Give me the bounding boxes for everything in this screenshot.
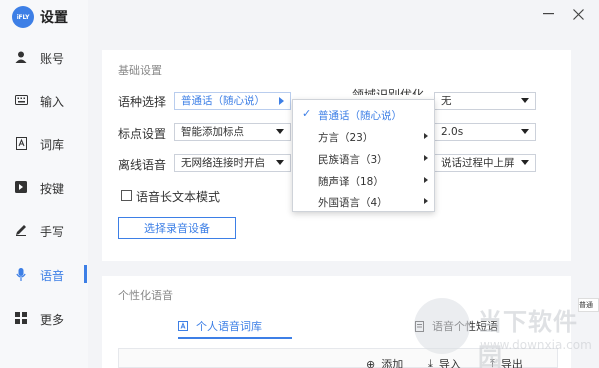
- offline-label: 离线语音: [118, 158, 167, 172]
- offline-select[interactable]: 无网络连接时开启: [174, 154, 291, 172]
- sidebar-item-dictionary[interactable]: 词库: [0, 132, 88, 154]
- menu-item-label: 外国语言（4）: [318, 197, 388, 209]
- long-text-label: 语音长文本模式: [136, 190, 221, 204]
- minimize-button[interactable]: [540, 6, 556, 22]
- language-select[interactable]: 普通话（随心说）: [174, 92, 291, 110]
- menu-item-label: 方言（23）: [318, 132, 374, 144]
- chevron-down-icon: [521, 160, 529, 165]
- sidebar-item-keys[interactable]: 按键: [0, 176, 88, 198]
- microphone-icon: [14, 267, 28, 281]
- domain-select-value: 无: [441, 95, 452, 107]
- grid-icon: [14, 311, 28, 325]
- active-indicator: [84, 265, 87, 283]
- sidebar-item-label: 按键: [40, 182, 65, 196]
- domain-label: 领域识别优化: [352, 88, 425, 95]
- menu-item-label: 民族语言（3）: [318, 154, 388, 166]
- long-text-checkbox[interactable]: [121, 190, 132, 201]
- offline-select-value: 无网络连接时开启: [181, 157, 265, 169]
- punctuation-label: 标点设置: [118, 127, 167, 141]
- dictionary-icon: [14, 136, 28, 150]
- menu-item-label: 随声译（18）: [318, 176, 384, 188]
- import-icon: ⤓: [428, 357, 433, 368]
- close-icon: [572, 8, 584, 20]
- tab-label: 语音个性短语: [432, 320, 498, 333]
- export-label: 导出: [500, 358, 523, 368]
- export-button[interactable]: ⤒ 导出: [490, 356, 523, 368]
- onscreen-select-value: 说话过程中上屏: [441, 157, 515, 169]
- tab-personal-dictionary[interactable]: 个人语音词库: [178, 318, 262, 334]
- select-recording-device-button[interactable]: 选择录音设备: [118, 217, 236, 239]
- submenu-arrow-icon: [424, 198, 428, 204]
- chevron-right-icon: [279, 97, 284, 105]
- menu-item-ethnic[interactable]: 民族语言（3）: [293, 148, 434, 168]
- submenu-arrow-icon: [424, 155, 428, 161]
- plus-circle-icon: ⊕: [366, 357, 376, 368]
- language-dropdown-menu: ✓ 普通话（随心说） 方言（23） 民族语言（3） 随声译（18） 外国语言（4…: [292, 99, 435, 212]
- sidebar-item-voice[interactable]: 语音: [0, 263, 88, 285]
- add-button[interactable]: ⊕ 添加: [366, 356, 403, 368]
- submenu-arrow-icon: [424, 177, 428, 183]
- side-hint-popup: 普通: [578, 298, 599, 312]
- section-title-basic: 基础设置: [118, 64, 162, 77]
- sidebar-item-label: 输入: [40, 95, 65, 109]
- sidebar-item-label: 账号: [40, 52, 65, 66]
- menu-item-foreign[interactable]: 外国语言（4）: [293, 191, 434, 211]
- menu-item-label: 普通话（随心说）: [318, 110, 402, 122]
- add-label: 添加: [381, 358, 404, 368]
- close-button[interactable]: [570, 6, 586, 22]
- sidebar-item-label: 手写: [40, 225, 65, 239]
- language-label: 语种选择: [118, 95, 167, 109]
- tab-personal-phrases[interactable]: 语音个性短语: [415, 318, 498, 334]
- checkmark-icon: ✓: [302, 107, 312, 120]
- delay-select-value: 2.0s: [441, 126, 464, 138]
- tab-active-underline: [178, 337, 292, 339]
- import-button[interactable]: ⤓ 导入: [428, 356, 461, 368]
- domain-select[interactable]: 无: [434, 92, 536, 110]
- app-brand: iFLY 设置: [12, 6, 68, 28]
- sidebar-item-label: 词库: [40, 138, 65, 152]
- sidebar-item-handwriting[interactable]: 手写: [0, 219, 88, 241]
- ifly-logo: iFLY: [12, 6, 34, 28]
- pen-icon: [14, 223, 28, 237]
- sidebar-item-input[interactable]: 输入: [0, 89, 88, 111]
- menu-item-translate[interactable]: 随声译（18）: [293, 170, 434, 190]
- user-icon: [14, 50, 28, 64]
- sidebar-item-more[interactable]: 更多: [0, 307, 88, 329]
- chevron-down-icon: [276, 129, 284, 134]
- punctuation-select-value: 智能添加标点: [181, 126, 244, 138]
- chevron-down-icon: [521, 129, 529, 134]
- book-icon: [178, 321, 188, 331]
- sidebar-item-account[interactable]: 账号: [0, 46, 88, 68]
- punctuation-select[interactable]: 智能添加标点: [174, 123, 291, 141]
- sidebar: iFLY 设置 账号 输入 词库 按键 手写 语音 更多: [0, 0, 88, 368]
- onscreen-select[interactable]: 说话过程中上屏: [434, 154, 536, 172]
- submenu-arrow-icon: [424, 133, 428, 139]
- delay-select[interactable]: 2.0s: [434, 123, 536, 141]
- app-title: 设置: [40, 10, 68, 26]
- keyboard-icon: [14, 93, 28, 107]
- menu-item-mandarin[interactable]: ✓ 普通话（随心说）: [293, 104, 434, 124]
- sidebar-item-label: 语音: [40, 269, 65, 283]
- menu-item-dialect[interactable]: 方言（23）: [293, 126, 434, 146]
- sidebar-item-label: 更多: [40, 313, 65, 327]
- section-title-personal: 个性化语音: [118, 289, 173, 302]
- import-label: 导入: [438, 358, 461, 368]
- export-icon: ⤒: [490, 357, 495, 368]
- key-icon: [14, 180, 28, 194]
- document-icon: [415, 320, 424, 332]
- chevron-down-icon: [521, 98, 529, 103]
- tab-label: 个人语音词库: [196, 320, 262, 333]
- chevron-down-icon: [276, 160, 284, 165]
- language-select-value: 普通话（随心说）: [181, 95, 265, 107]
- minimize-icon: [542, 13, 554, 15]
